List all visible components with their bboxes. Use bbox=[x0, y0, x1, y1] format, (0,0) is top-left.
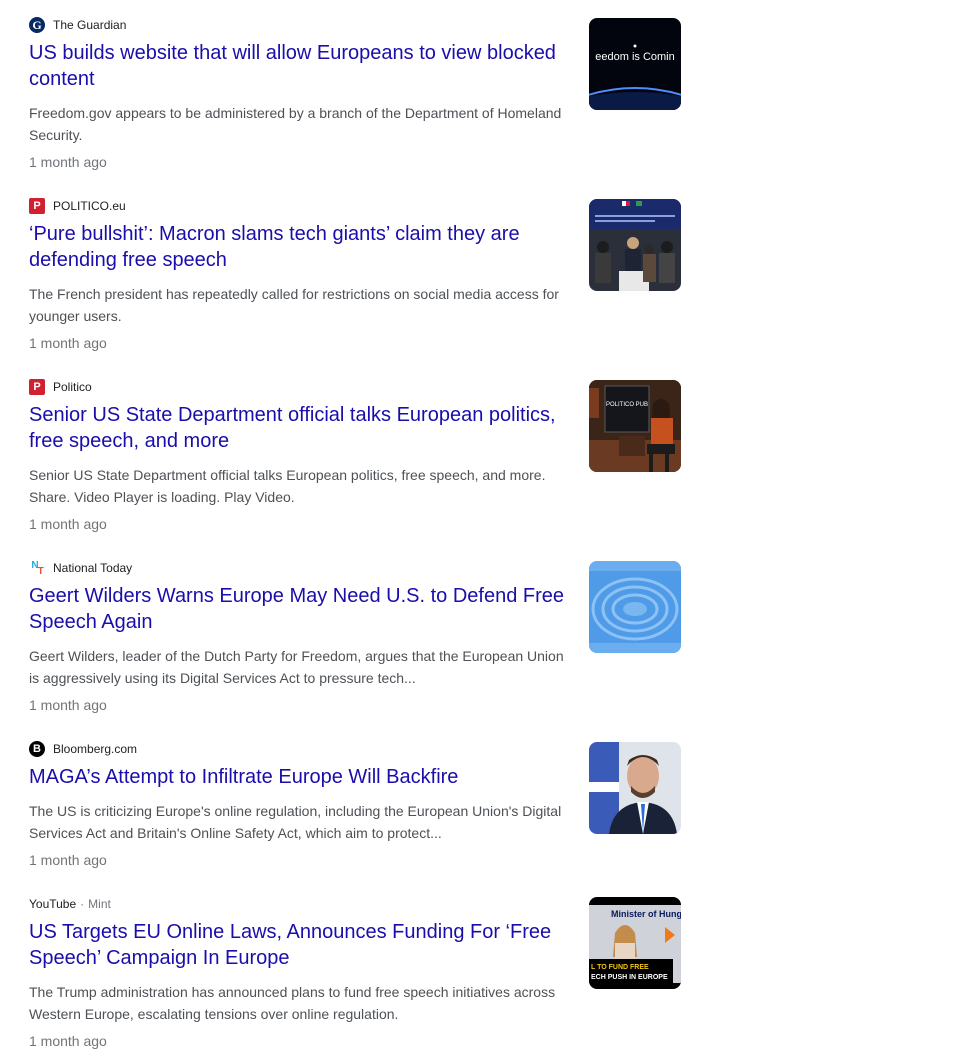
bloomberg-logo-icon: B bbox=[29, 741, 45, 757]
result-title-link[interactable]: MAGA’s Attempt to Infiltrate Europe Will… bbox=[29, 764, 569, 790]
result-title-link[interactable]: Senior US State Department official talk… bbox=[29, 402, 569, 454]
source-name: National Today bbox=[53, 561, 133, 575]
result-snippet: Geert Wilders, leader of the Dutch Party… bbox=[29, 648, 564, 686]
thumbnail-caption: L TO FUND FREE bbox=[591, 964, 649, 971]
result-title-link[interactable]: US builds website that will allow Europe… bbox=[29, 40, 569, 92]
source-row[interactable]: B Bloomberg.com bbox=[29, 740, 137, 758]
result-age: 1 month ago bbox=[29, 852, 107, 868]
result-thumbnail[interactable]: eedom is Comin bbox=[589, 18, 681, 110]
source-row[interactable]: G The Guardian bbox=[29, 16, 126, 34]
source-channel: Mint bbox=[88, 897, 111, 911]
guardian-logo-icon: G bbox=[29, 17, 45, 33]
thumbnail-caption: ECH PUSH IN EUROPE bbox=[591, 974, 668, 981]
result-snippet: Senior US State Department official talk… bbox=[29, 467, 546, 505]
result-thumbnail[interactable]: Minister of Hung L TO FUND FREE ECH PUSH… bbox=[589, 897, 681, 989]
source-name: YouTube bbox=[29, 897, 77, 911]
source-name: Bloomberg.com bbox=[53, 742, 138, 756]
thumbnail-text: POLITICO PUB bbox=[606, 402, 648, 408]
result-age: 1 month ago bbox=[29, 154, 107, 170]
result-snippet: The US is criticizing Europe's online re… bbox=[29, 803, 562, 841]
thumbnail-text: eedom is Comin bbox=[595, 51, 674, 63]
source-row[interactable]: P POLITICO.eu bbox=[29, 197, 126, 215]
source-name: POLITICO.eu bbox=[53, 199, 126, 213]
result-snippet: The French president has repeatedly call… bbox=[29, 286, 559, 324]
result-thumbnail[interactable] bbox=[589, 742, 681, 834]
result-age: 1 month ago bbox=[29, 335, 107, 351]
result-age: 1 month ago bbox=[29, 697, 107, 713]
source-row[interactable]: P Politico bbox=[29, 378, 92, 396]
result-title-link[interactable]: US Targets EU Online Laws, Announces Fun… bbox=[29, 919, 569, 971]
source-separator: · bbox=[80, 897, 85, 911]
result-title-link[interactable]: ‘Pure bullshit’: Macron slams tech giant… bbox=[29, 221, 569, 273]
source-name: The Guardian bbox=[53, 18, 127, 32]
thumbnail-text: Minister of Hung bbox=[611, 909, 681, 919]
national-today-logo-icon: NT bbox=[31, 559, 43, 577]
source-row[interactable]: YouTube · Mint bbox=[29, 895, 111, 913]
politico-logo-icon: P bbox=[29, 379, 45, 395]
politico-logo-icon: P bbox=[29, 198, 45, 214]
source-row[interactable]: NT National Today bbox=[29, 559, 132, 577]
result-age: 1 month ago bbox=[29, 516, 107, 532]
result-title-link[interactable]: Geert Wilders Warns Europe May Need U.S.… bbox=[29, 583, 569, 635]
result-snippet: Freedom.gov appears to be administered b… bbox=[29, 105, 562, 143]
source-name: Politico bbox=[53, 380, 92, 394]
result-thumbnail[interactable] bbox=[589, 199, 681, 291]
result-snippet: The Trump administration has announced p… bbox=[29, 984, 556, 1022]
result-thumbnail[interactable]: POLITICO PUB bbox=[589, 380, 681, 472]
result-thumbnail[interactable] bbox=[589, 561, 681, 653]
result-age: 1 month ago bbox=[29, 1033, 107, 1049]
